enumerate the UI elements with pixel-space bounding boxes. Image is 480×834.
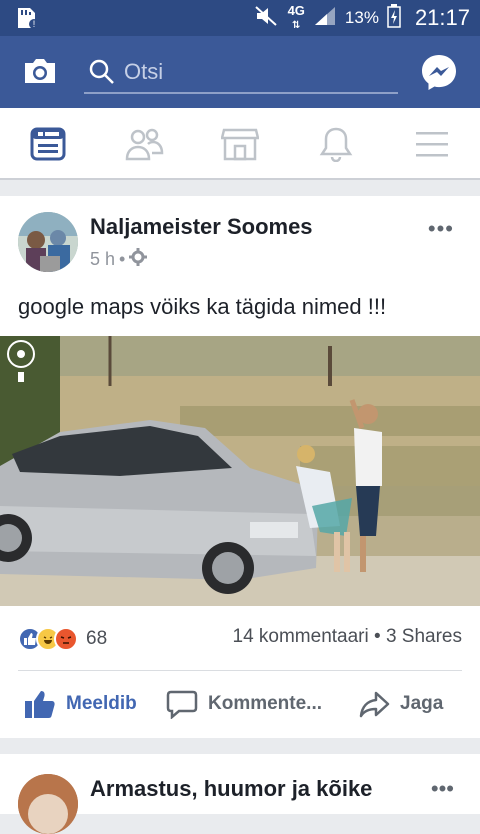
search-placeholder: Otsi [124,59,164,84]
angry-reaction-icon [54,627,78,651]
sd-card-icon: ! [14,6,40,30]
divider [18,670,462,671]
menu-icon[interactable] [408,122,456,166]
comment-button[interactable]: Kommente... [166,684,322,724]
nav-tabs [0,108,480,180]
comment-count[interactable]: 14 kommentaari [233,626,369,647]
post-text: google maps vöiks ka tägida nimed !!! [18,294,387,319]
mute-icon [254,5,280,32]
post-author[interactable]: Naljameister Soomes [90,214,313,240]
search-input[interactable]: Otsi [84,54,398,94]
marketplace-icon[interactable] [216,122,264,166]
post-actions: Meeldib Kommente... Jaga [0,684,480,724]
globe-icon [129,248,148,271]
post-meta: 5 h • [90,248,148,271]
camera-icon[interactable] [22,56,58,86]
next-post-options-icon[interactable]: ••• [431,776,454,802]
top-bar: Otsi [0,36,480,108]
post-card: Naljameister Soomes 5 h • ••• google map… [0,196,480,738]
reaction-count: 68 [86,628,108,649]
battery-icon [387,3,401,33]
messenger-icon[interactable] [420,53,458,91]
news-feed-icon[interactable] [24,122,72,166]
friends-icon[interactable] [120,122,168,166]
next-post-card: Armastus, huumor ja kõike ••• [0,754,480,834]
thumbs-up-icon [25,691,55,718]
next-post-avatar[interactable] [18,774,78,834]
svg-text:!: ! [33,19,36,29]
search-icon [89,59,114,84]
reactions-summary[interactable]: 68 [18,624,107,654]
clock: 21:17 [414,5,470,30]
post-photo[interactable] [0,336,480,606]
notifications-icon[interactable] [312,122,360,166]
comment-icon [166,690,198,719]
author-avatar[interactable] [18,212,78,272]
post-time[interactable]: 5 h [90,249,115,270]
share-icon [359,691,390,718]
share-button[interactable]: Jaga [358,684,443,724]
network-type: 4G ⇅ [287,3,305,31]
next-post-author[interactable]: Armastus, huumor ja kõike [90,776,372,802]
signal-icon [313,5,337,32]
post-stats: 14 kommentaari • 3 Shares [232,626,463,647]
post-options-icon[interactable]: ••• [428,216,454,242]
share-count[interactable]: 3 Shares [386,626,462,647]
status-bar: ! 4G ⇅ 13% 21:17 [0,0,480,36]
like-button[interactable]: Meeldib [24,684,137,724]
battery-percent: 13% [344,8,379,27]
